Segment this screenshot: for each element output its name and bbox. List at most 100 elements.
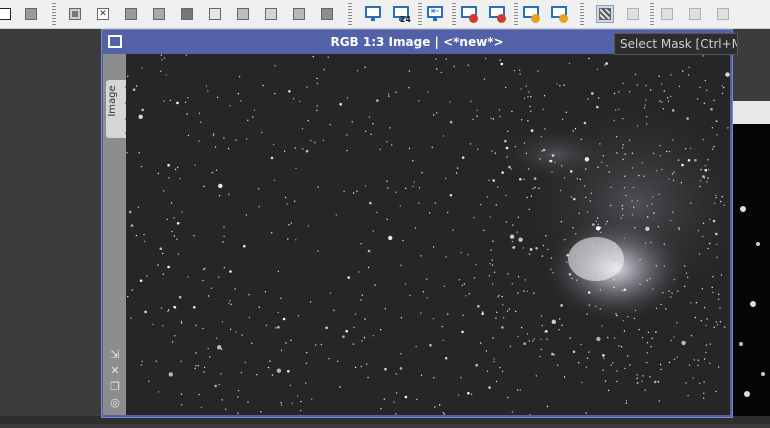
mask-close-icon[interactable]: ✕ bbox=[94, 5, 112, 23]
star bbox=[542, 244, 545, 247]
star bbox=[672, 139, 674, 141]
star bbox=[178, 295, 182, 299]
star-cluster-glow bbox=[496, 124, 616, 184]
star bbox=[686, 117, 689, 120]
mask-square-10-icon[interactable] bbox=[290, 5, 308, 23]
star bbox=[157, 391, 160, 393]
monitor-icon[interactable] bbox=[364, 5, 382, 23]
star bbox=[277, 325, 280, 329]
star bbox=[596, 105, 599, 109]
star bbox=[622, 320, 624, 322]
star bbox=[590, 192, 592, 194]
star bbox=[647, 216, 649, 218]
star bbox=[649, 278, 651, 280]
star bbox=[368, 116, 371, 118]
mask-square-3-icon[interactable] bbox=[66, 5, 84, 23]
monitor-arrow-icon[interactable]: ⇤ bbox=[426, 5, 444, 23]
star bbox=[633, 317, 636, 320]
monitor-radiation-icon[interactable] bbox=[522, 5, 540, 23]
star bbox=[380, 408, 382, 410]
tab-image[interactable]: Image bbox=[106, 80, 127, 138]
mask-square-4-icon[interactable] bbox=[122, 5, 140, 23]
star bbox=[360, 299, 362, 301]
star bbox=[511, 411, 514, 413]
star bbox=[668, 178, 670, 180]
image-canvas[interactable] bbox=[126, 54, 730, 415]
star bbox=[418, 202, 420, 204]
star bbox=[180, 404, 183, 406]
monitor-24bit-icon[interactable]: 24 bbox=[392, 5, 411, 24]
star bbox=[237, 389, 240, 392]
select-mask-icon[interactable] bbox=[596, 5, 614, 23]
star bbox=[529, 105, 531, 108]
star bbox=[170, 202, 173, 204]
star bbox=[230, 328, 232, 331]
target-icon[interactable]: ◎ bbox=[109, 397, 121, 409]
star bbox=[715, 390, 717, 393]
star bbox=[198, 140, 200, 142]
mask-square-7-icon[interactable] bbox=[206, 5, 224, 23]
star bbox=[543, 95, 546, 97]
star bbox=[339, 386, 341, 388]
fit-icon[interactable]: ✕ bbox=[109, 365, 121, 377]
star bbox=[598, 97, 600, 99]
star bbox=[580, 138, 582, 141]
star bbox=[624, 175, 626, 177]
star bbox=[408, 147, 411, 150]
star bbox=[638, 174, 640, 177]
star bbox=[653, 212, 655, 214]
star bbox=[271, 232, 273, 234]
star bbox=[620, 217, 622, 219]
mask-square-1-icon[interactable] bbox=[0, 5, 14, 23]
star bbox=[559, 318, 561, 320]
star bbox=[270, 156, 274, 160]
star bbox=[613, 286, 615, 288]
background-image-window[interactable] bbox=[733, 124, 770, 424]
star bbox=[663, 243, 665, 245]
mask-toggle-icon[interactable] bbox=[624, 5, 642, 23]
mask-square-5-icon[interactable] bbox=[150, 5, 168, 23]
star bbox=[435, 58, 437, 60]
mask-view-3-icon[interactable] bbox=[714, 5, 732, 23]
star bbox=[517, 216, 520, 218]
star bbox=[488, 179, 490, 181]
mask-square-2-icon[interactable] bbox=[22, 5, 40, 23]
star bbox=[522, 247, 524, 249]
mask-view-1-icon[interactable] bbox=[658, 5, 676, 23]
star bbox=[631, 167, 634, 169]
star bbox=[616, 370, 618, 372]
star bbox=[185, 54, 188, 56]
star bbox=[690, 335, 693, 337]
mask-square-9-icon[interactable] bbox=[262, 5, 280, 23]
star bbox=[693, 359, 695, 361]
mask-square-8-icon[interactable] bbox=[234, 5, 252, 23]
star bbox=[681, 163, 684, 167]
star bbox=[500, 62, 504, 66]
star bbox=[625, 402, 627, 404]
clone-icon[interactable]: ❐ bbox=[109, 381, 121, 393]
star bbox=[305, 382, 307, 384]
star bbox=[162, 325, 164, 327]
star bbox=[608, 389, 610, 392]
star bbox=[322, 139, 325, 142]
star bbox=[604, 380, 607, 382]
star bbox=[202, 279, 204, 282]
star bbox=[476, 109, 478, 112]
image-window[interactable]: RGB 1:3 Image | <*new*> Image ⇲ ✕ ❐ ◎ bbox=[101, 29, 733, 418]
star bbox=[457, 394, 460, 396]
star bbox=[274, 65, 276, 67]
toolbar-separator bbox=[650, 3, 654, 25]
star bbox=[634, 227, 636, 229]
monitor-close-2-icon[interactable] bbox=[488, 5, 506, 23]
monitor-close-icon[interactable] bbox=[460, 5, 478, 23]
star bbox=[584, 157, 590, 162]
star bbox=[501, 370, 504, 373]
star bbox=[663, 265, 665, 267]
mask-square-6-icon[interactable] bbox=[178, 5, 196, 23]
mask-square-11-icon[interactable] bbox=[318, 5, 336, 23]
monitor-radiation-2-icon[interactable] bbox=[550, 5, 568, 23]
star bbox=[636, 84, 639, 86]
mask-view-2-icon[interactable] bbox=[686, 5, 704, 23]
shrink-icon[interactable]: ⇲ bbox=[109, 349, 121, 361]
star bbox=[639, 283, 641, 285]
